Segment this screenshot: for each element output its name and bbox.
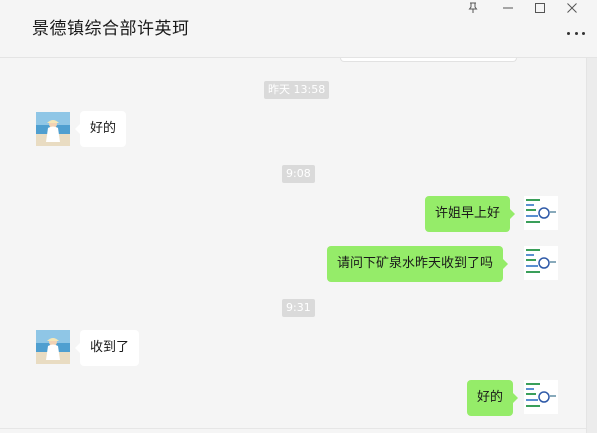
my-avatar[interactable]	[524, 196, 558, 230]
message-bubble-incoming[interactable]: 收到了	[74, 330, 140, 366]
message-bubble-incoming[interactable]: 好的	[74, 111, 127, 147]
chat-window: 景德镇综合部许英珂 昨天 13:58 好的 9:08 许姐早上好 请问下矿泉水昨…	[0, 0, 597, 433]
scrollbar[interactable]	[586, 58, 597, 433]
my-avatar[interactable]	[524, 380, 558, 414]
pin-icon[interactable]	[461, 0, 485, 16]
my-avatar[interactable]	[524, 246, 558, 280]
previous-message-card[interactable]	[340, 58, 517, 62]
message-bubble-outgoing[interactable]: 好的	[467, 380, 519, 416]
message-bubble-outgoing[interactable]: 许姐早上好	[425, 196, 516, 232]
message-bubble-outgoing[interactable]: 请问下矿泉水昨天收到了吗	[327, 246, 509, 282]
divider	[0, 428, 586, 429]
chat-title: 景德镇综合部许英珂	[32, 19, 190, 39]
more-icon[interactable]	[567, 28, 585, 38]
contact-avatar[interactable]	[36, 112, 70, 146]
timestamp: 9:08	[282, 165, 315, 183]
close-icon[interactable]	[560, 0, 584, 16]
timestamp: 昨天 13:58	[264, 81, 330, 99]
minimize-icon[interactable]	[496, 0, 520, 16]
timestamp: 9:31	[282, 299, 315, 317]
maximize-icon[interactable]	[528, 0, 552, 16]
chat-header: 景德镇综合部许英珂	[0, 0, 597, 58]
contact-avatar[interactable]	[36, 330, 70, 364]
message-list[interactable]: 昨天 13:58 好的 9:08 许姐早上好 请问下矿泉水昨天收到了吗 9:31…	[0, 58, 586, 428]
